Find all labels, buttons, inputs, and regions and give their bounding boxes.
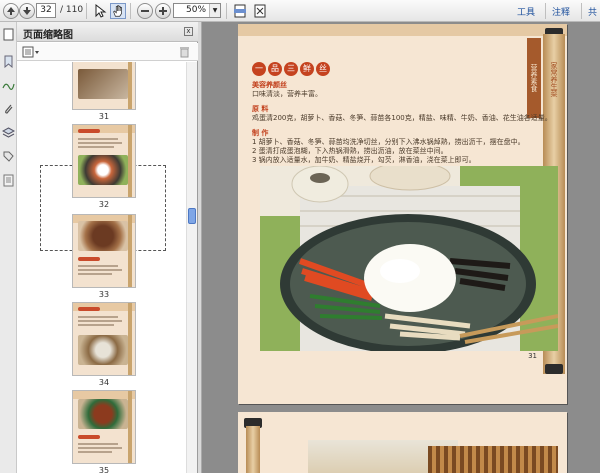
- zoom-out-button[interactable]: [137, 3, 153, 19]
- dish-title-char: 三: [284, 62, 298, 76]
- panel-header: 页面缩略图 x: [17, 22, 198, 42]
- dish-description: 口味清淡，营养丰富。: [252, 90, 322, 98]
- fit-page-icon[interactable]: [232, 3, 248, 19]
- dish-title-char: 鲜: [300, 62, 314, 76]
- previous-page-button[interactable]: [3, 3, 19, 19]
- thumbnail-page-32[interactable]: 32: [72, 124, 136, 209]
- pdf-page: 家常养生菜 营养素食 一 品 三 鲜 丝 美容养颜丝 口味清淡，营养丰富。 原 …: [238, 24, 567, 404]
- toolbar-divider: [86, 3, 87, 19]
- thumbnails-panel: 页面缩略图 x 31 32 33 34 35: [17, 22, 198, 473]
- thumbnail-image: [72, 124, 136, 198]
- attachment-icon[interactable]: [2, 102, 15, 115]
- hand-tool-icon[interactable]: [110, 3, 126, 19]
- layers-icon[interactable]: [2, 126, 15, 139]
- page-thumbnails-icon[interactable]: [2, 28, 15, 41]
- page-number-input[interactable]: 32: [36, 3, 56, 18]
- trash-icon[interactable]: [179, 46, 190, 58]
- tags-icon[interactable]: [2, 150, 15, 163]
- chevron-down-icon[interactable]: ▼: [209, 4, 220, 17]
- thumbnail-page-33[interactable]: 33: [72, 214, 136, 299]
- options-menu-icon[interactable]: [22, 46, 40, 58]
- thumbnail-page-34[interactable]: 34: [72, 302, 136, 387]
- zoom-in-button[interactable]: [155, 3, 171, 19]
- next-pdf-page: [238, 412, 567, 473]
- minus-icon: [141, 10, 149, 12]
- next-page-button[interactable]: [19, 3, 35, 19]
- thumbnail-label: 35: [98, 466, 110, 473]
- thumbnail-image: [72, 62, 136, 110]
- thumbnail-scrollbar[interactable]: [186, 62, 197, 473]
- dish-title-char: 一: [252, 62, 266, 76]
- bookmark-icon[interactable]: [2, 55, 15, 68]
- plus-icon: [159, 7, 167, 15]
- share-menu[interactable]: 共: [588, 5, 597, 18]
- thumbnail-label: 34: [98, 378, 110, 387]
- thumbnail-page-35[interactable]: 35: [72, 390, 136, 473]
- scroll-ornament: [246, 426, 260, 473]
- full-screen-icon[interactable]: [252, 3, 268, 19]
- page-number: 31: [528, 352, 537, 360]
- toolbar-divider: [581, 3, 582, 19]
- thumbnail-label: 32: [98, 200, 110, 209]
- page-header-band: [238, 24, 567, 36]
- arrow-up-icon: [7, 7, 15, 15]
- thumbnail-page-31[interactable]: 31: [72, 62, 136, 121]
- dish-photo-image: [260, 166, 558, 351]
- signature-icon[interactable]: [2, 78, 15, 91]
- tools-menu[interactable]: 工具: [517, 5, 535, 18]
- toolbar: 32 / 110 50% ▼ 工具 注释 共: [0, 0, 600, 22]
- section-tab: 营养素食: [527, 38, 541, 118]
- page-total: / 110: [60, 5, 84, 15]
- bamboo-mat-image: [428, 446, 558, 473]
- thumbnail-image: [72, 214, 136, 288]
- toolbar-divider: [545, 3, 546, 19]
- method-step: 3 锅内放入适量水，加牛奶、精盐烧开，勾芡，淋香油，浇在菜上即可。: [252, 156, 476, 164]
- scroll-ornament-bottom: [545, 364, 563, 374]
- panel-title: 页面缩略图: [23, 30, 73, 41]
- document-view[interactable]: 家常养生菜 营养素食 一 品 三 鲜 丝 美容养颜丝 口味清淡，营养丰富。 原 …: [202, 22, 600, 473]
- comment-menu[interactable]: 注释: [552, 5, 570, 18]
- toolbar-divider: [130, 3, 131, 19]
- toolbar-divider: [226, 3, 227, 19]
- arrow-down-icon: [23, 7, 31, 15]
- panel-toolbar: [17, 43, 198, 61]
- navigation-rail: [0, 22, 17, 473]
- document-icon[interactable]: [2, 174, 15, 187]
- dish-title-char: 品: [268, 62, 282, 76]
- dish-title: 一 品 三 鲜 丝: [252, 62, 330, 76]
- thumbnail-image: [72, 302, 136, 376]
- thumbnail-label: 31: [98, 112, 110, 121]
- close-panel-button[interactable]: x: [184, 27, 193, 36]
- thumbnail-image: [72, 390, 136, 464]
- select-cursor-icon[interactable]: [92, 3, 108, 19]
- side-label: 家常养生菜: [550, 61, 558, 97]
- dish-title-char: 丝: [316, 62, 330, 76]
- thumbnail-list: 31 32 33 34 35: [17, 62, 186, 473]
- dish-photo: [260, 166, 558, 351]
- thumbnail-label: 33: [98, 290, 110, 299]
- ingredients-text: 鸡蛋清200克，胡萝卜、香菇、冬笋、蒜苗各100克，精盐、味精、牛奶、香油、花生…: [252, 114, 552, 122]
- scrollbar-thumb[interactable]: [188, 208, 196, 224]
